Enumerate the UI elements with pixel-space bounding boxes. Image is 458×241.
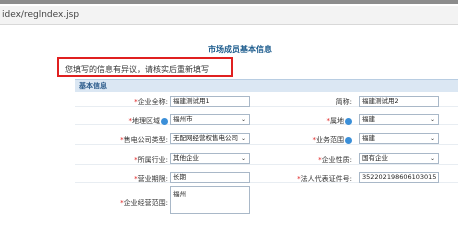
industry-select[interactable]: 其他企业 ⌄ — [170, 153, 250, 164]
legal-id-input[interactable]: 352202198606103015 — [359, 172, 439, 183]
nature-select[interactable]: 国有企业 ⌄ — [359, 153, 439, 164]
business-scope-select[interactable]: 福建 ⌄ — [359, 133, 439, 144]
short-name-input[interactable]: 福建测试用2 — [359, 96, 439, 107]
region-select[interactable]: 福州市 ⌄ — [170, 114, 250, 125]
grid-type-select[interactable]: 无配网经营权售电公司 ⌄ — [170, 133, 250, 144]
nature-select-value: 国有企业 — [362, 154, 388, 162]
chevron-down-icon: ⌄ — [240, 116, 246, 123]
company-name-label: *企业全称: — [134, 98, 168, 106]
region-select-value: 福州市 — [173, 115, 193, 123]
chevron-down-icon: ⌄ — [429, 116, 435, 123]
help-icon[interactable] — [345, 117, 352, 125]
affiliation-select-value: 福建 — [362, 115, 375, 123]
business-address-label: *企业经营范围: — [120, 199, 168, 207]
region-label: *地理区域 — [129, 116, 168, 126]
section-title: 基本信息 — [79, 82, 107, 90]
company-name-input[interactable]: 福建测试用1 — [170, 96, 250, 107]
section-header: 基本信息 — [75, 79, 458, 92]
business-address-textarea[interactable]: 福州 — [170, 186, 250, 214]
row-divider — [75, 164, 458, 165]
help-icon[interactable] — [345, 136, 352, 144]
term-label: *营业期限: — [134, 175, 168, 183]
industry-label: *所属行业: — [134, 156, 168, 164]
chevron-down-icon: ⌄ — [429, 155, 435, 162]
grid-type-select-value: 无配网经营权售电公司 — [173, 134, 238, 142]
error-notice-text: 您填写的信息有异议，请核实后重新填写 — [65, 65, 209, 74]
chevron-down-icon: ⌄ — [240, 135, 246, 142]
affiliation-select[interactable]: 福建 ⌄ — [359, 114, 439, 125]
error-notice: 您填写的信息有异议，请核实后重新填写 — [57, 57, 233, 77]
affiliation-label: *属地 — [327, 116, 352, 126]
address-text: idex/reglndex.jsp — [2, 10, 80, 20]
grid-type-label: *售电公司类型: — [120, 136, 168, 144]
nature-label: *企业性质: — [318, 156, 352, 164]
industry-select-value: 其他企业 — [173, 154, 199, 162]
business-scope-select-value: 福建 — [362, 134, 375, 142]
short-name-label: 简称: — [335, 98, 352, 106]
address-bar[interactable]: idex/reglndex.jsp — [0, 6, 458, 25]
legal-id-label: *法人代表证件号: — [297, 175, 352, 183]
chevron-down-icon: ⌄ — [429, 135, 435, 142]
page-title: 市场成员基本信息 — [208, 45, 272, 54]
term-input[interactable]: 长期 — [170, 172, 250, 183]
help-icon[interactable] — [161, 117, 168, 125]
business-scope-label: *业务范围 — [313, 135, 352, 145]
browser-top-bar — [0, 0, 458, 4]
chevron-down-icon: ⌄ — [240, 155, 246, 162]
